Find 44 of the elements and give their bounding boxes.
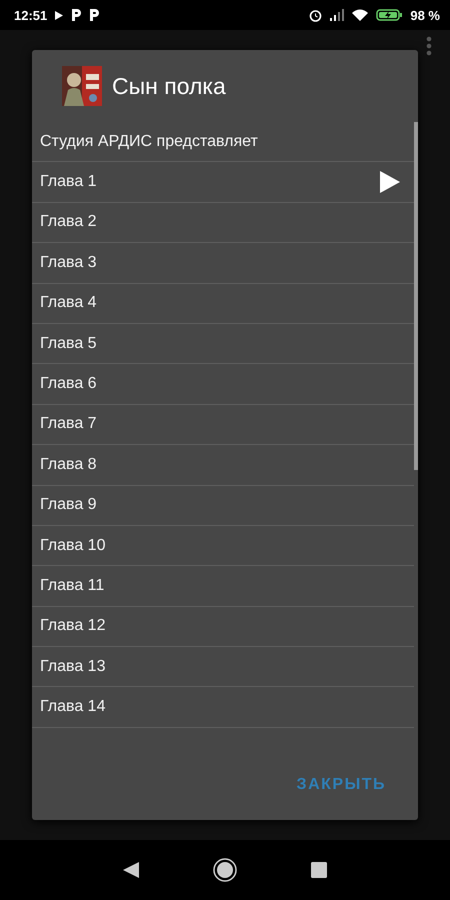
- chapter-title: Глава 6: [40, 375, 98, 394]
- chapter-title: Глава 13: [40, 658, 106, 676]
- chapter-title: Глава 14: [40, 698, 106, 716]
- chapter-item[interactable]: Глава 10: [32, 526, 414, 566]
- chapter-item[interactable]: Глава 2: [32, 202, 414, 244]
- signal-icon: [330, 9, 344, 21]
- play-icon: [55, 10, 64, 20]
- chapter-item[interactable]: Глава 13: [32, 647, 414, 688]
- battery-icon: [376, 9, 402, 21]
- chapter-title: Глава 3: [40, 254, 98, 272]
- chapter-title: Глава 2: [40, 213, 98, 232]
- chapter-item[interactable]: Глава 1: [32, 162, 414, 203]
- battery-level: 98 %: [410, 8, 440, 22]
- chapter-title: Глава 11: [40, 576, 106, 595]
- chapter-title: Глава 5: [40, 334, 98, 353]
- scrollbar[interactable]: [414, 122, 418, 470]
- chapter-item[interactable]: Глава 4: [32, 284, 414, 324]
- chapter-title: Глава 9: [40, 496, 98, 514]
- notification-icon: [71, 9, 82, 21]
- chapter-item[interactable]: Глава 12: [32, 606, 414, 648]
- back-icon[interactable]: [123, 862, 139, 878]
- home-icon[interactable]: [213, 858, 237, 882]
- chapter-item[interactable]: Глава 11: [32, 566, 414, 607]
- chapter-title: Глава 1: [40, 173, 98, 192]
- dialog-title: Сын полка: [112, 72, 226, 100]
- alarm-icon: [309, 8, 322, 22]
- overflow-menu-icon[interactable]: [426, 36, 432, 56]
- chapter-item[interactable]: Глава 3: [32, 243, 414, 284]
- chapter-item[interactable]: Глава 6: [32, 364, 414, 405]
- chapter-item[interactable]: Глава 8: [32, 445, 414, 486]
- clock: 12:51: [14, 8, 48, 22]
- chapter-title: Глава 4: [40, 294, 98, 312]
- chapter-item[interactable]: Глава 9: [32, 486, 414, 526]
- chapter-title: Студия АРДИС представляет: [40, 132, 259, 151]
- chapter-title: Глава 10: [40, 536, 106, 555]
- chapter-title: Глава 12: [40, 617, 106, 636]
- chapter-item[interactable]: Глава 14: [32, 687, 414, 728]
- chapter-item[interactable]: Глава 7: [32, 404, 414, 446]
- chapter-item[interactable]: Студия АРДИС представляет: [32, 122, 414, 162]
- wifi-icon: [352, 9, 368, 21]
- notification-icon: [89, 9, 100, 21]
- chapter-item[interactable]: Глава 5: [32, 324, 414, 364]
- chapter-title: Глава 7: [40, 415, 98, 434]
- chapter-title: Глава 8: [40, 456, 98, 474]
